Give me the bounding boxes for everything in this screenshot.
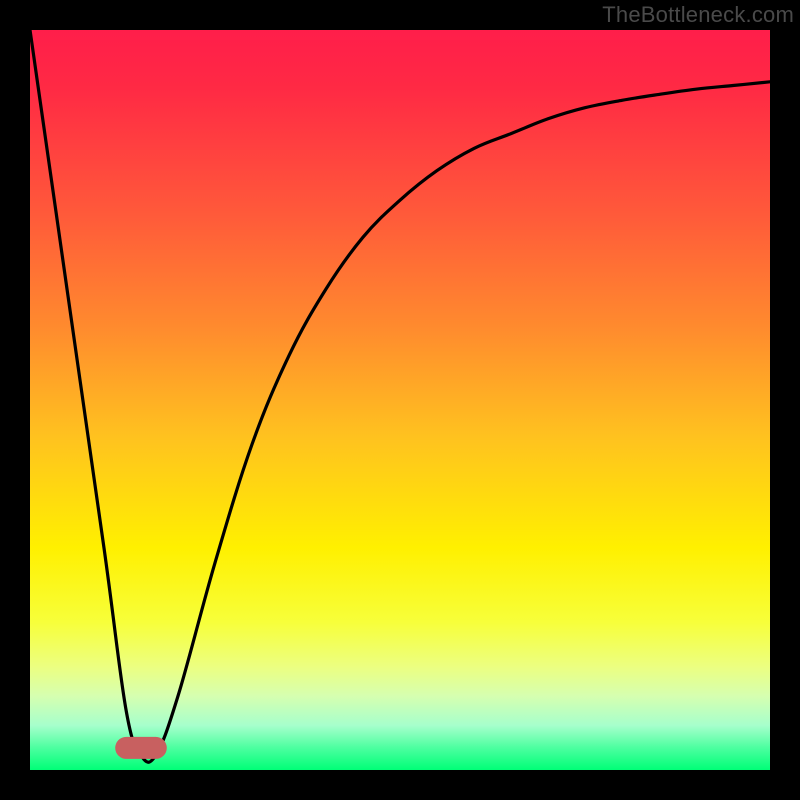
plot-area: [30, 30, 770, 770]
chart-frame: TheBottleneck.com: [0, 0, 800, 800]
bottleneck-curve: [30, 30, 770, 762]
optimal-marker: [115, 737, 167, 759]
curve-svg: [30, 30, 770, 770]
watermark-text: TheBottleneck.com: [602, 2, 794, 28]
